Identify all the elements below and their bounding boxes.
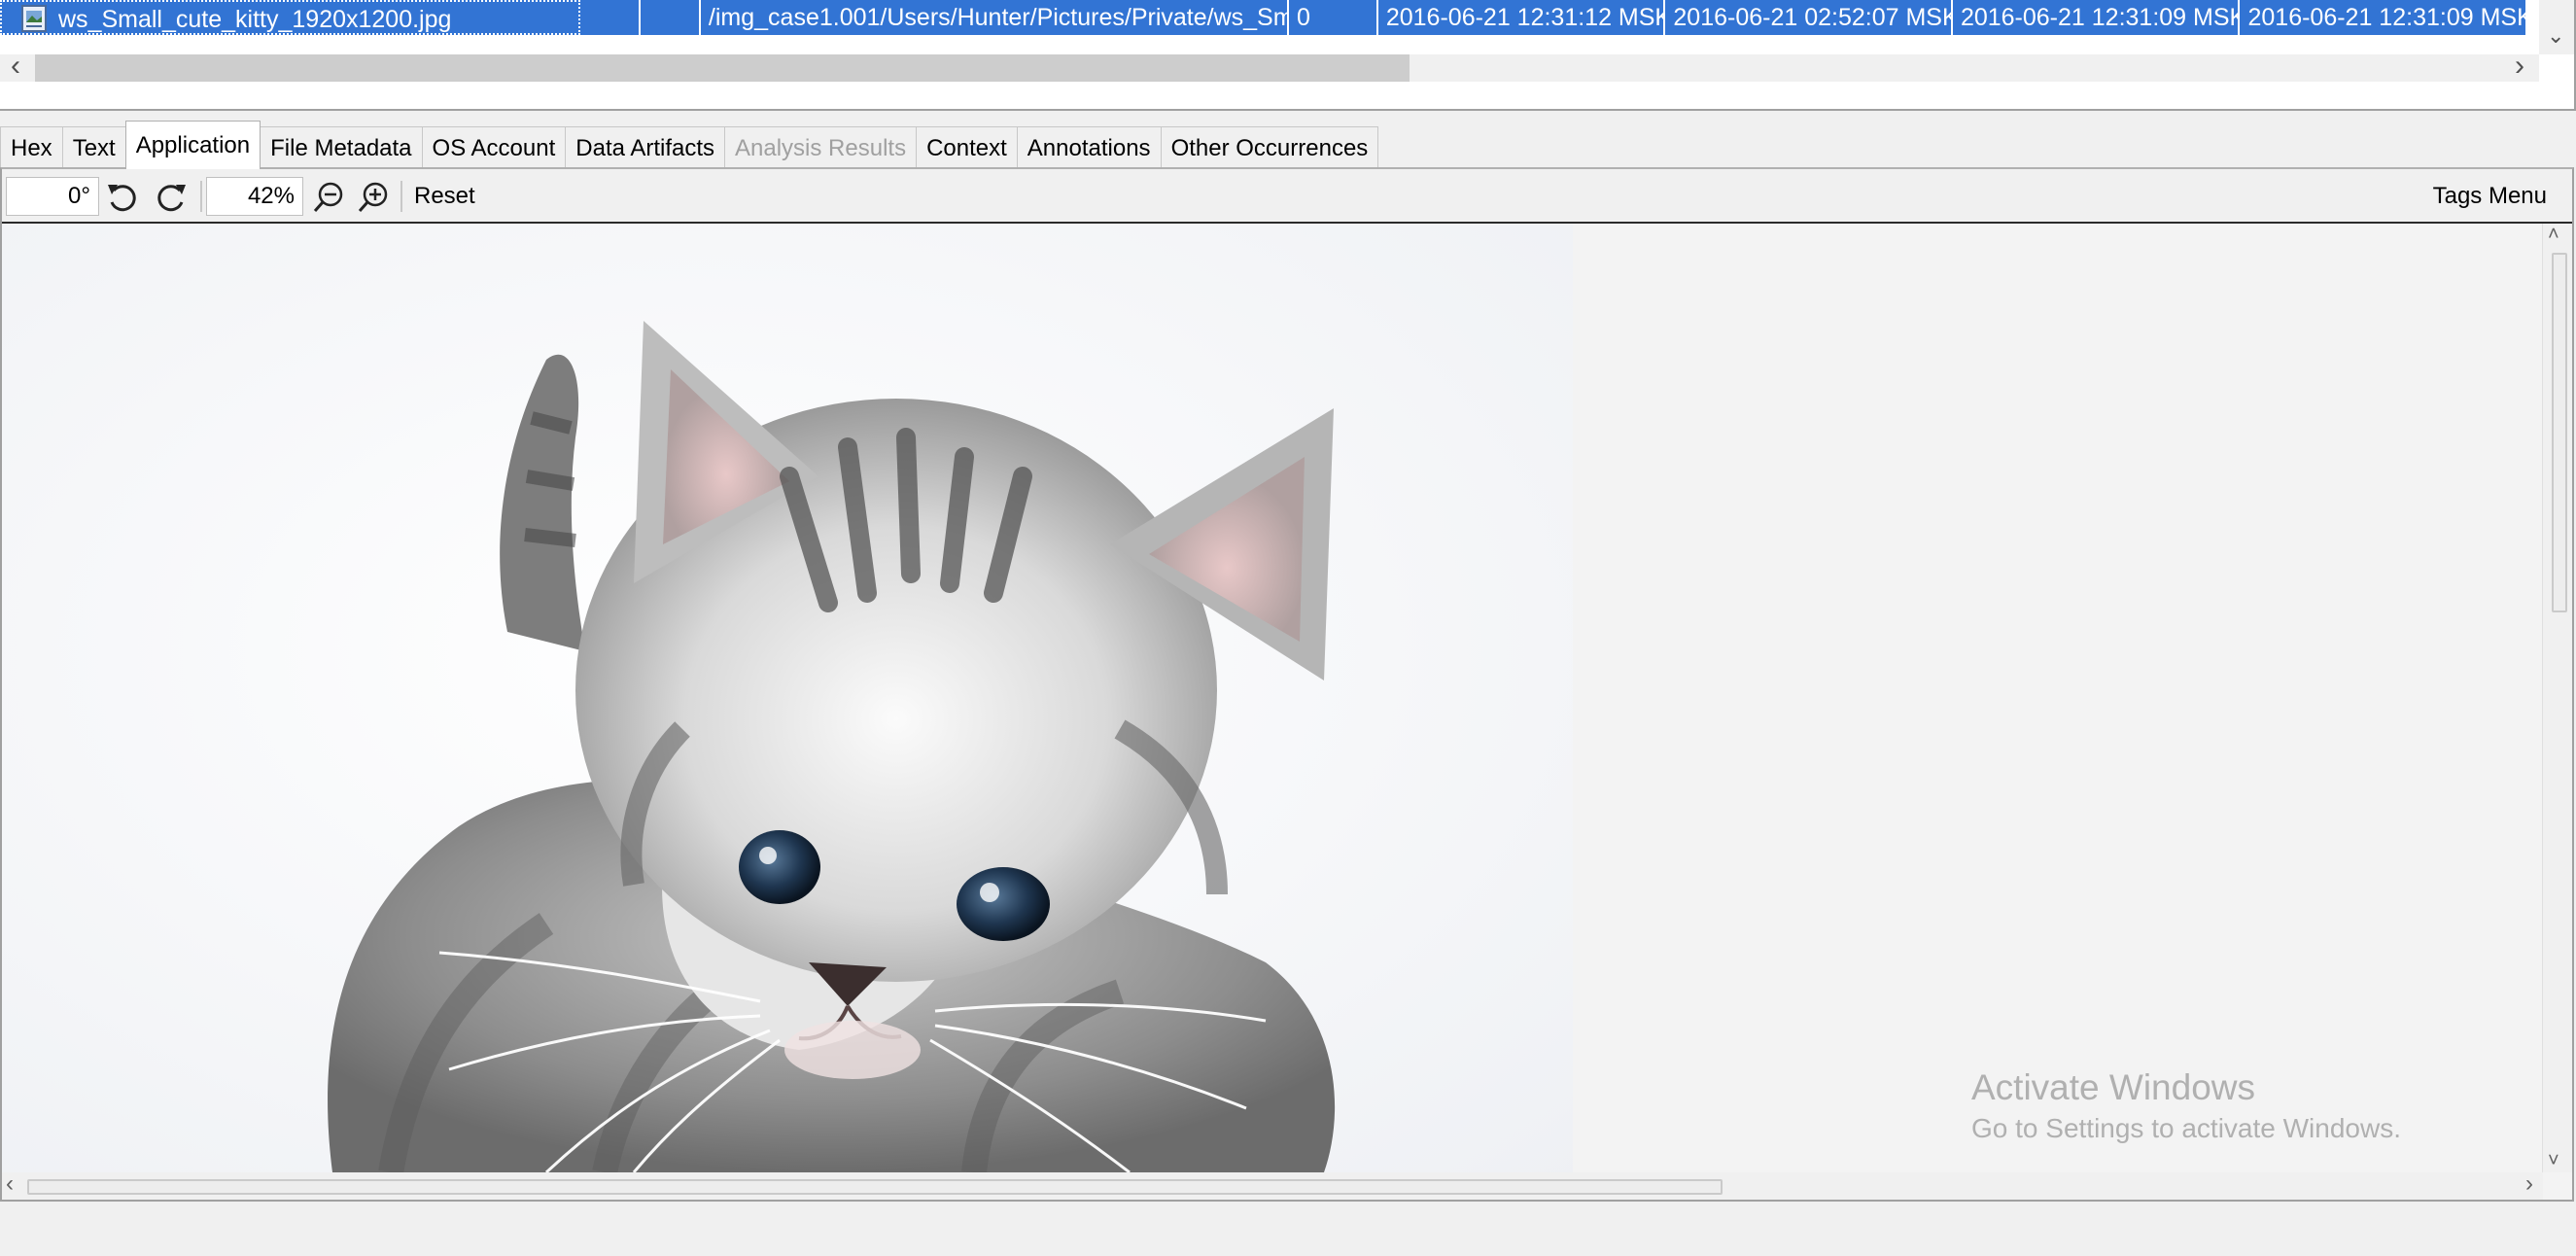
access-time-cell: 2016-06-21 12:31:09 MSK [1953, 0, 2241, 35]
kitten-image [2, 224, 1573, 1172]
scroll-left-icon[interactable]: ‹ [0, 52, 31, 82]
tab-file-metadata[interactable]: File Metadata [260, 126, 423, 169]
size-cell: 0 [1289, 0, 1378, 35]
tab-data-artifacts[interactable]: Data Artifacts [565, 126, 726, 169]
created-time-cell: 2016-06-21 12:31:09 MSK [2240, 0, 2528, 35]
modified-time-cell: 2016-06-21 12:31:12 MSK [1378, 0, 1666, 35]
viewer-horizontal-scrollbar[interactable]: ‹ › [2, 1170, 2543, 1200]
zoom-in-icon[interactable] [356, 179, 393, 216]
viewer-tabs: Hex Text Application File Metadata OS Ac… [0, 121, 1379, 169]
file-name-cell[interactable]: ws_Small_cute_kitty_1920x1200.jpg [0, 0, 581, 35]
file-table: ws_Small_cute_kitty_1920x1200.jpg /img_c… [0, 0, 2576, 111]
file-name: ws_Small_cute_kitty_1920x1200.jpg [58, 6, 452, 33]
table-vertical-scrollbar[interactable]: ⌄ [2539, 0, 2574, 54]
activate-windows-watermark: Activate Windows Go to Settings to activ… [1971, 1065, 2401, 1147]
application-panel: 0° 42% Reset Tags Menu ˄ ˅ ‹ › [0, 167, 2574, 1202]
table-horizontal-scrollbar[interactable]: ‹ › [0, 52, 2539, 82]
image-toolbar: 0° 42% Reset Tags Menu [2, 169, 2572, 222]
watermark-title: Activate Windows [1971, 1067, 2255, 1107]
tab-application[interactable]: Application [124, 121, 261, 169]
zoom-field[interactable]: 42% [206, 177, 303, 216]
tab-annotations[interactable]: Annotations [1016, 126, 1162, 169]
tab-other-occurrences[interactable]: Other Occurrences [1160, 126, 1379, 169]
watermark-subtitle: Go to Settings to activate Windows. [1971, 1113, 2401, 1143]
table-scroll-thumb[interactable] [35, 54, 1410, 82]
tab-analysis-results: Analysis Results [724, 126, 918, 169]
change-time-cell: 2016-06-21 02:52:07 MSK [1665, 0, 1953, 35]
chevron-down-icon[interactable]: ⌄ [2547, 23, 2564, 49]
viewer-vscroll-thumb[interactable] [2552, 253, 2567, 612]
reset-button[interactable]: Reset [414, 177, 475, 216]
toolbar-separator [200, 181, 202, 212]
rotate-left-icon[interactable] [104, 179, 141, 216]
zoom-out-icon[interactable] [311, 179, 348, 216]
image-file-icon [21, 5, 47, 33]
tab-text[interactable]: Text [61, 126, 126, 169]
rotate-right-icon[interactable] [153, 179, 190, 216]
rotation-field[interactable]: 0° [6, 177, 99, 216]
viewer-vertical-scrollbar[interactable]: ˄ ˅ [2542, 224, 2572, 1172]
toolbar-separator [400, 181, 402, 212]
chevron-down-icon[interactable]: ˅ [2548, 1150, 2559, 1172]
tab-hex[interactable]: Hex [0, 126, 63, 169]
table-row-selected[interactable]: ws_Small_cute_kitty_1920x1200.jpg /img_c… [0, 0, 2528, 35]
tab-context[interactable]: Context [916, 126, 1018, 169]
viewer-hscroll-thumb[interactable] [27, 1179, 1723, 1195]
tab-os-account[interactable]: OS Account [421, 126, 567, 169]
table-row-partial[interactable] [0, 35, 2527, 54]
status-bar [0, 1205, 2576, 1256]
location-cell: /img_case1.001/Users/Hunter/Pictures/Pri… [701, 0, 1289, 35]
chevron-up-icon[interactable]: ˄ [2548, 224, 2559, 246]
score-cell [580, 0, 641, 35]
tags-menu-button[interactable]: Tags Menu [2433, 177, 2547, 216]
scroll-right-icon[interactable]: › [2504, 52, 2535, 82]
scroll-right-icon[interactable]: › [2525, 1170, 2533, 1198]
scroll-left-icon[interactable]: ‹ [6, 1170, 14, 1198]
comment-cell [641, 0, 701, 35]
partial-name-cell [0, 35, 581, 54]
image-viewer[interactable] [2, 224, 2543, 1172]
